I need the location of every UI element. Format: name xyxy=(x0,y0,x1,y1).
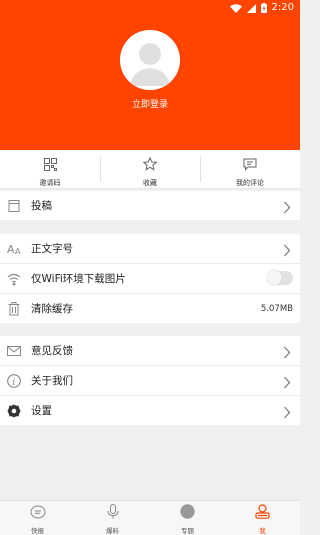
trash-icon xyxy=(7,301,21,316)
status-bar: 2:20 xyxy=(0,0,300,16)
bottom-tab-bar: 快报 爆料 专题 我 xyxy=(0,500,300,535)
favorites-button[interactable]: 收藏 xyxy=(100,150,200,188)
wifi-only-images-row: 仅WiFi环境下载图片 xyxy=(0,264,300,294)
toggle-knob xyxy=(267,270,282,285)
wifi-only-images-label: 仅WiFi环境下载图片 xyxy=(31,273,126,285)
font-size-label: 正文字号 xyxy=(31,243,73,255)
document-icon xyxy=(7,198,21,212)
clock-time: 2:20 xyxy=(271,2,294,13)
chevron-right-icon xyxy=(283,199,291,214)
my-comments-label: 我的评论 xyxy=(236,179,264,187)
font-size-row[interactable]: AA 正文字号 xyxy=(0,234,300,264)
chevron-right-icon xyxy=(283,404,291,419)
chevron-right-icon xyxy=(283,344,291,359)
menu-group-reading: AA 正文字号 仅WiFi环境下载图片 清除缓存 5.07MB xyxy=(0,234,300,323)
chevron-right-icon xyxy=(283,374,291,389)
submit-row[interactable]: 投稿 xyxy=(0,191,300,220)
profile-header: 立即登录 xyxy=(0,16,300,150)
tab-topics[interactable]: 专题 xyxy=(150,501,225,535)
tab-me[interactable]: 我 xyxy=(225,501,300,535)
battery-icon xyxy=(260,3,267,13)
login-link[interactable]: 立即登录 xyxy=(0,97,300,110)
menu-group-about: 意见反馈 i 关于我们 设置 xyxy=(0,336,300,425)
menu-group-submit: 投稿 xyxy=(0,191,300,220)
gear-icon xyxy=(7,403,21,418)
wifi-icon xyxy=(7,271,21,286)
microphone-icon xyxy=(107,504,119,523)
mail-icon xyxy=(7,343,21,357)
invite-code-button[interactable]: 邀请码 xyxy=(0,150,100,188)
clear-cache-label: 清除缓存 xyxy=(31,303,73,315)
profile-icon xyxy=(255,504,270,523)
info-icon: i xyxy=(7,373,21,388)
favorites-label: 收藏 xyxy=(143,179,157,187)
my-comments-button[interactable]: 我的评论 xyxy=(200,150,300,188)
clear-cache-row[interactable]: 清除缓存 5.07MB xyxy=(0,294,300,323)
chevron-right-icon xyxy=(283,242,291,257)
qrcode-icon xyxy=(43,156,57,175)
about-us-label: 关于我们 xyxy=(31,375,73,387)
settings-label: 设置 xyxy=(31,405,52,417)
quick-actions-bar: 邀请码 收藏 我的评论 xyxy=(0,150,300,189)
svg-text:i: i xyxy=(12,378,15,388)
font-size-icon: AA xyxy=(7,241,21,256)
news-icon xyxy=(30,504,46,523)
wifi-status-icon xyxy=(229,3,242,13)
about-us-row[interactable]: i 关于我们 xyxy=(0,366,300,396)
feedback-label: 意见反馈 xyxy=(31,345,73,357)
star-icon xyxy=(142,156,158,175)
settings-row[interactable]: 设置 xyxy=(0,396,300,425)
tab-tip-off[interactable]: 爆料 xyxy=(75,501,150,535)
comment-icon xyxy=(243,156,257,175)
feedback-row[interactable]: 意见反馈 xyxy=(0,336,300,366)
cache-size-value: 5.07MB xyxy=(260,303,293,314)
wifi-only-images-toggle[interactable] xyxy=(267,270,293,285)
svg-text:A: A xyxy=(15,247,21,256)
tab-news[interactable]: 快报 xyxy=(0,501,75,535)
submit-label: 投稿 xyxy=(31,200,52,212)
svg-text:A: A xyxy=(7,243,15,256)
topic-circle-icon xyxy=(180,504,195,523)
default-avatar-icon[interactable] xyxy=(120,30,180,90)
signal-icon xyxy=(246,3,256,13)
invite-code-label: 邀请码 xyxy=(39,179,61,187)
